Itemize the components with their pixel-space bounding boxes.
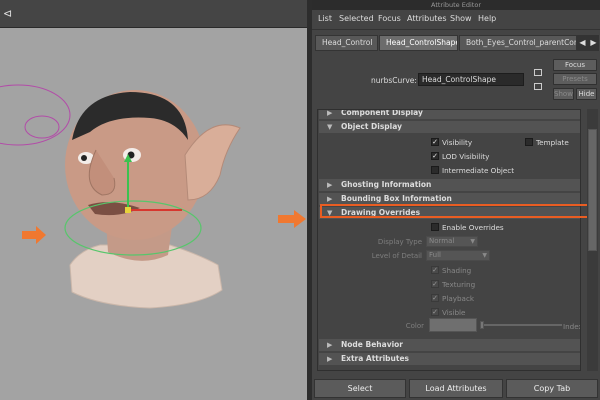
presets-button[interactable]: Presets: [553, 73, 597, 85]
color-swatch[interactable]: [429, 318, 477, 332]
attribute-sections-panel: ▶ Component Display ▼ Object Display ✓ Vis…: [317, 109, 581, 371]
shading-checkbox[interactable]: ✓: [431, 266, 439, 274]
section-object-display[interactable]: ▼ Object Display: [319, 121, 580, 133]
tab-head-control[interactable]: Head_Control: [315, 35, 378, 51]
expand-icon: ▶: [327, 181, 333, 189]
level-of-detail-dropdown[interactable]: Full ▼: [426, 250, 490, 261]
tab-both-eyes-control[interactable]: Both_Eyes_Control_parentConstr: [459, 35, 577, 51]
load-attributes-button[interactable]: Load Attributes: [409, 379, 503, 398]
enable-overrides-checkbox[interactable]: [431, 223, 439, 231]
focus-small-icon[interactable]: [534, 69, 542, 76]
control-loop-small: [24, 115, 60, 139]
visibility-checkbox[interactable]: ✓: [431, 138, 439, 146]
lod-visibility-checkbox[interactable]: ✓: [431, 152, 439, 160]
intermediate-object-checkbox[interactable]: [431, 166, 439, 174]
tab-head-controlshape[interactable]: Head_ControlShape: [379, 35, 458, 51]
template-checkbox[interactable]: [525, 138, 533, 146]
attribute-editor-title: Attribute Editor: [312, 0, 600, 10]
menu-help[interactable]: Help: [478, 14, 496, 23]
character-head-render[interactable]: [0, 28, 307, 400]
visibility-label: Visibility: [442, 138, 473, 147]
visible-label: Visible: [442, 308, 466, 317]
color-index-slider[interactable]: [480, 324, 562, 326]
color-label: Color: [405, 322, 424, 330]
slider-handle[interactable]: [480, 321, 484, 329]
section-component-display[interactable]: ▶ Component Display: [319, 109, 580, 119]
tab-scroll-right-icon[interactable]: ▶: [588, 35, 599, 51]
expand-icon: ▶: [327, 109, 333, 117]
menu-selected[interactable]: Selected: [339, 14, 374, 23]
menu-list[interactable]: List: [318, 14, 332, 23]
lod-visibility-label: LOD Visibility: [442, 152, 490, 161]
expand-icon: ▶: [327, 341, 333, 349]
hide-button[interactable]: Hide: [576, 88, 597, 100]
playback-checkbox[interactable]: ✓: [431, 294, 439, 302]
menu-show[interactable]: Show: [450, 14, 472, 23]
scrollbar-thumb[interactable]: [588, 129, 597, 251]
texturing-label: Texturing: [442, 280, 476, 289]
chevron-down-icon: ▼: [482, 252, 487, 259]
playback-label: Playback: [442, 294, 475, 303]
level-of-detail-label: Level of Detail: [371, 252, 422, 260]
focus-button[interactable]: Focus: [553, 59, 597, 71]
template-label: Template: [536, 138, 569, 147]
texturing-checkbox[interactable]: ✓: [431, 280, 439, 288]
copy-tab-button[interactable]: Copy Tab: [506, 379, 598, 398]
pointer-arrow-icon: [22, 226, 46, 244]
expand-icon: ▶: [327, 355, 333, 363]
section-ghosting[interactable]: ▶ Ghosting Information: [319, 179, 580, 191]
collapse-icon: ▼: [327, 123, 333, 131]
menu-bar: List Selected Focus Attributes Show Help: [312, 10, 600, 30]
vertical-scrollbar[interactable]: [587, 109, 598, 371]
intermediate-object-label: Intermediate Object: [442, 166, 515, 175]
enable-overrides-label: Enable Overrides: [442, 223, 504, 232]
section-node-behavior[interactable]: ▶ Node Behavior: [319, 339, 580, 351]
shading-label: Shading: [442, 266, 472, 275]
node-type-label: nurbsCurve:: [371, 76, 417, 85]
chevron-down-icon: ▼: [470, 238, 475, 245]
viewport-panel[interactable]: ⊲: [0, 0, 307, 400]
visible-checkbox[interactable]: ✓: [431, 308, 439, 316]
menu-focus[interactable]: Focus: [378, 14, 401, 23]
display-type-label: Display Type: [377, 238, 422, 246]
enter-node-icon[interactable]: [534, 83, 542, 90]
tab-scroll-left-icon[interactable]: ◀: [577, 35, 588, 51]
drawing-overrides-highlight: [320, 204, 590, 218]
index-label: Index: [563, 322, 581, 331]
menu-attributes[interactable]: Attributes: [407, 14, 447, 23]
share-icon[interactable]: ⊲: [3, 7, 17, 21]
attribute-editor: Attribute Editor List Selected Focus Att…: [312, 0, 600, 400]
select-button[interactable]: Select: [314, 379, 406, 398]
control-loop-large: [0, 84, 71, 146]
display-type-dropdown[interactable]: Normal ▼: [426, 236, 478, 247]
show-button[interactable]: Show: [553, 88, 574, 100]
node-name-field[interactable]: Head_ControlShape: [418, 73, 524, 86]
section-extra-attributes[interactable]: ▶ Extra Attributes: [319, 353, 580, 365]
viewport-toolbar: ⊲: [0, 0, 307, 28]
node-tabs: Head_Control Head_ControlShape Both_Eyes…: [312, 34, 600, 52]
pointer-arrow-icon: [278, 210, 306, 228]
